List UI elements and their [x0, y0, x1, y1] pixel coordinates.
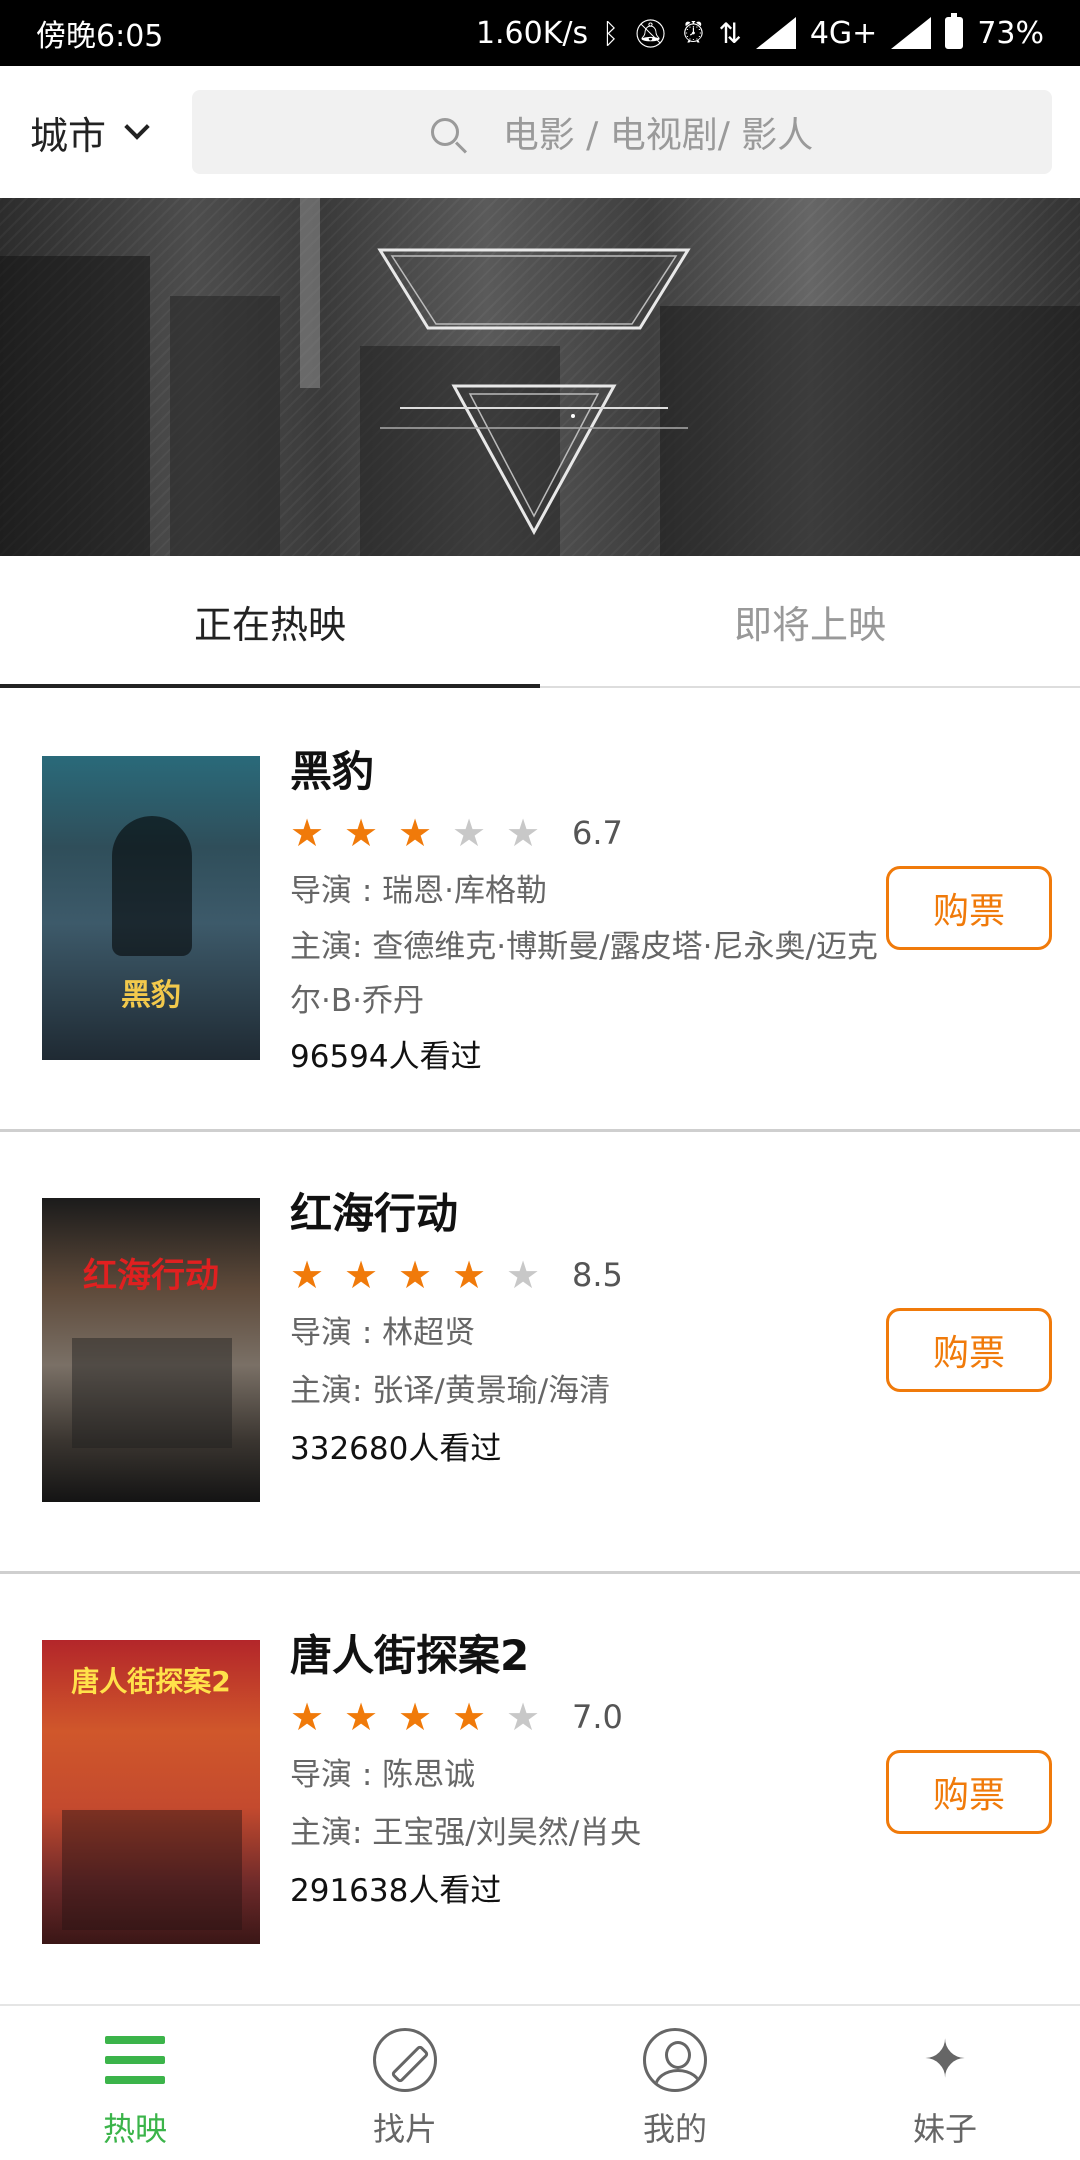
nav-item-now-showing[interactable]: 热映: [0, 2006, 270, 2160]
movie-tabs: 正在热映 即将上映: [0, 556, 1080, 688]
poster-title: 唐人街探案2: [71, 1665, 231, 1698]
star-icon: ★: [452, 1253, 487, 1297]
movie-rating: ★ ★ ★ ★ ★ 8.5: [290, 1246, 890, 1304]
search-input[interactable]: 电影 / 电视剧/ 影人: [192, 90, 1052, 174]
list-icon: [103, 2028, 167, 2092]
star-icon: ★: [506, 1695, 541, 1739]
movie-score: 7.0: [572, 1698, 623, 1736]
battery-icon: [945, 13, 964, 49]
bluetooth-icon: ᛒ: [602, 16, 619, 50]
movie-item[interactable]: 红海行动 红海行动 ★ ★ ★ ★ ★ 8.5 导演 : 林超贤 主演: 张译/…: [0, 1132, 1080, 1574]
movie-list: 黑豹 黑豹 ★ ★ ★ ★ ★ 6.7 导演 : 瑞恩·库格勒 主演: 查德维克…: [0, 690, 1080, 2016]
search-placeholder: 电影 / 电视剧/ 影人: [502, 115, 814, 156]
network-type: 4G+: [809, 15, 878, 51]
movie-score: 8.5: [572, 1256, 623, 1294]
star-icon: ★: [344, 1253, 379, 1297]
city-label: 城市: [30, 113, 107, 158]
movie-watched-count: 96594人看过: [290, 1039, 482, 1075]
status-bar: 傍晚6:05 1.60K/s ᛒ 🔕︎ ⏰︎ ⇅ 4G+ 73%: [0, 0, 1080, 66]
status-time: 傍晚6:05: [36, 19, 164, 54]
star-icon: ★: [506, 1253, 541, 1297]
nav-label: 热映: [102, 2110, 167, 2148]
data-transfer-icon: ⇅: [718, 16, 742, 50]
movie-poster[interactable]: 红海行动: [42, 1198, 260, 1502]
movie-title: 唐人街探案2: [290, 1631, 530, 1680]
star-icon: ★: [398, 1695, 433, 1739]
poster-title: 红海行动: [83, 1256, 219, 1296]
status-icons: 1.60K/s ᛒ 🔕︎ ⏰︎ ⇅ 4G+ 73%: [475, 13, 1044, 51]
star-icon: ★: [398, 811, 433, 855]
nav-label: 我的: [642, 2110, 707, 2148]
movie-cast: 主演: 查德维克·博斯曼/露皮塔·尼永奥/迈克尔·B·乔丹: [290, 929, 878, 1019]
city-selector[interactable]: 城市: [30, 105, 180, 160]
tab-now-showing[interactable]: 正在热映: [0, 556, 540, 688]
star-icon: ★: [452, 1695, 487, 1739]
chevron-down-icon: [124, 114, 150, 140]
search-icon: [430, 118, 459, 146]
wifi-signal-icon: [755, 17, 796, 49]
movie-title: 红海行动: [290, 1189, 459, 1238]
mute-bell-icon: 🔕︎: [632, 16, 669, 50]
buy-ticket-button[interactable]: 购票: [886, 1750, 1052, 1834]
star-icon: ✦: [923, 2030, 967, 2090]
movie-poster[interactable]: 黑豹: [42, 756, 260, 1060]
promo-banner[interactable]: [0, 198, 1080, 556]
nav-item-girls[interactable]: ✦ 妹子: [810, 2006, 1080, 2160]
buy-ticket-button[interactable]: 购票: [886, 866, 1052, 950]
alarm-icon: ⏰︎: [682, 16, 705, 49]
movie-info: 红海行动 ★ ★ ★ ★ ★ 8.5 导演 : 林超贤 主演: 张译/黄景瑜/海…: [290, 1182, 890, 1478]
movie-director: 导演 : 瑞恩·库格勒: [290, 873, 548, 909]
nav-item-profile[interactable]: 我的: [540, 2006, 810, 2160]
buy-ticket-button[interactable]: 购票: [886, 1308, 1052, 1392]
cell-signal-icon: [891, 17, 932, 49]
star-icon: ★: [398, 1253, 433, 1297]
bottom-nav: 热映 找片 我的 ✦ 妹子: [0, 2004, 1080, 2160]
battery-percent: 73%: [977, 15, 1044, 51]
nav-item-discover[interactable]: 找片: [270, 2006, 540, 2160]
movie-score: 6.7: [572, 814, 623, 852]
tab-coming-soon[interactable]: 即将上映: [540, 556, 1080, 686]
movie-rating: ★ ★ ★ ★ ★ 7.0: [290, 1688, 890, 1746]
movie-item[interactable]: 唐人街探案2 唐人街探案2 ★ ★ ★ ★ ★ 7.0 导演 : 陈思诚 主演:…: [0, 1574, 1080, 2016]
movie-director: 导演 : 陈思诚: [290, 1757, 476, 1793]
star-icon: ★: [344, 811, 379, 855]
movie-director: 导演 : 林超贤: [290, 1315, 476, 1351]
compass-icon: [373, 2028, 437, 2092]
star-icon: ★: [452, 811, 487, 855]
nav-label: 找片: [372, 2110, 437, 2148]
movie-info: 黑豹 ★ ★ ★ ★ ★ 6.7 导演 : 瑞恩·库格勒 主演: 查德维克·博斯…: [290, 740, 890, 1086]
movie-watched-count: 332680人看过: [290, 1431, 502, 1467]
star-icon: ★: [290, 1695, 325, 1739]
star-icon: ★: [290, 1253, 325, 1297]
movie-cast: 主演: 张译/黄景瑜/海清: [290, 1373, 611, 1409]
star-icon: ★: [506, 811, 541, 855]
movie-info: 唐人街探案2 ★ ★ ★ ★ ★ 7.0 导演 : 陈思诚 主演: 王宝强/刘昊…: [290, 1624, 890, 1920]
movie-poster[interactable]: 唐人街探案2: [42, 1640, 260, 1944]
movie-rating: ★ ★ ★ ★ ★ 6.7: [290, 804, 890, 862]
user-icon: [643, 2028, 707, 2092]
nav-label: 妹子: [912, 2110, 977, 2148]
poster-title: 黑豹: [121, 978, 181, 1013]
movie-item[interactable]: 黑豹 黑豹 ★ ★ ★ ★ ★ 6.7 导演 : 瑞恩·库格勒 主演: 查德维克…: [0, 690, 1080, 1132]
movie-title: 黑豹: [290, 747, 375, 796]
network-speed: 1.60K/s: [475, 15, 589, 51]
star-icon: ★: [344, 1695, 379, 1739]
movie-cast: 主演: 王宝强/刘昊然/肖央: [290, 1815, 642, 1851]
movie-watched-count: 291638人看过: [290, 1873, 502, 1909]
triangle-logo-icon: [377, 248, 691, 536]
star-icon: ★: [290, 811, 325, 855]
top-bar: 城市 电影 / 电视剧/ 影人: [0, 66, 1080, 198]
